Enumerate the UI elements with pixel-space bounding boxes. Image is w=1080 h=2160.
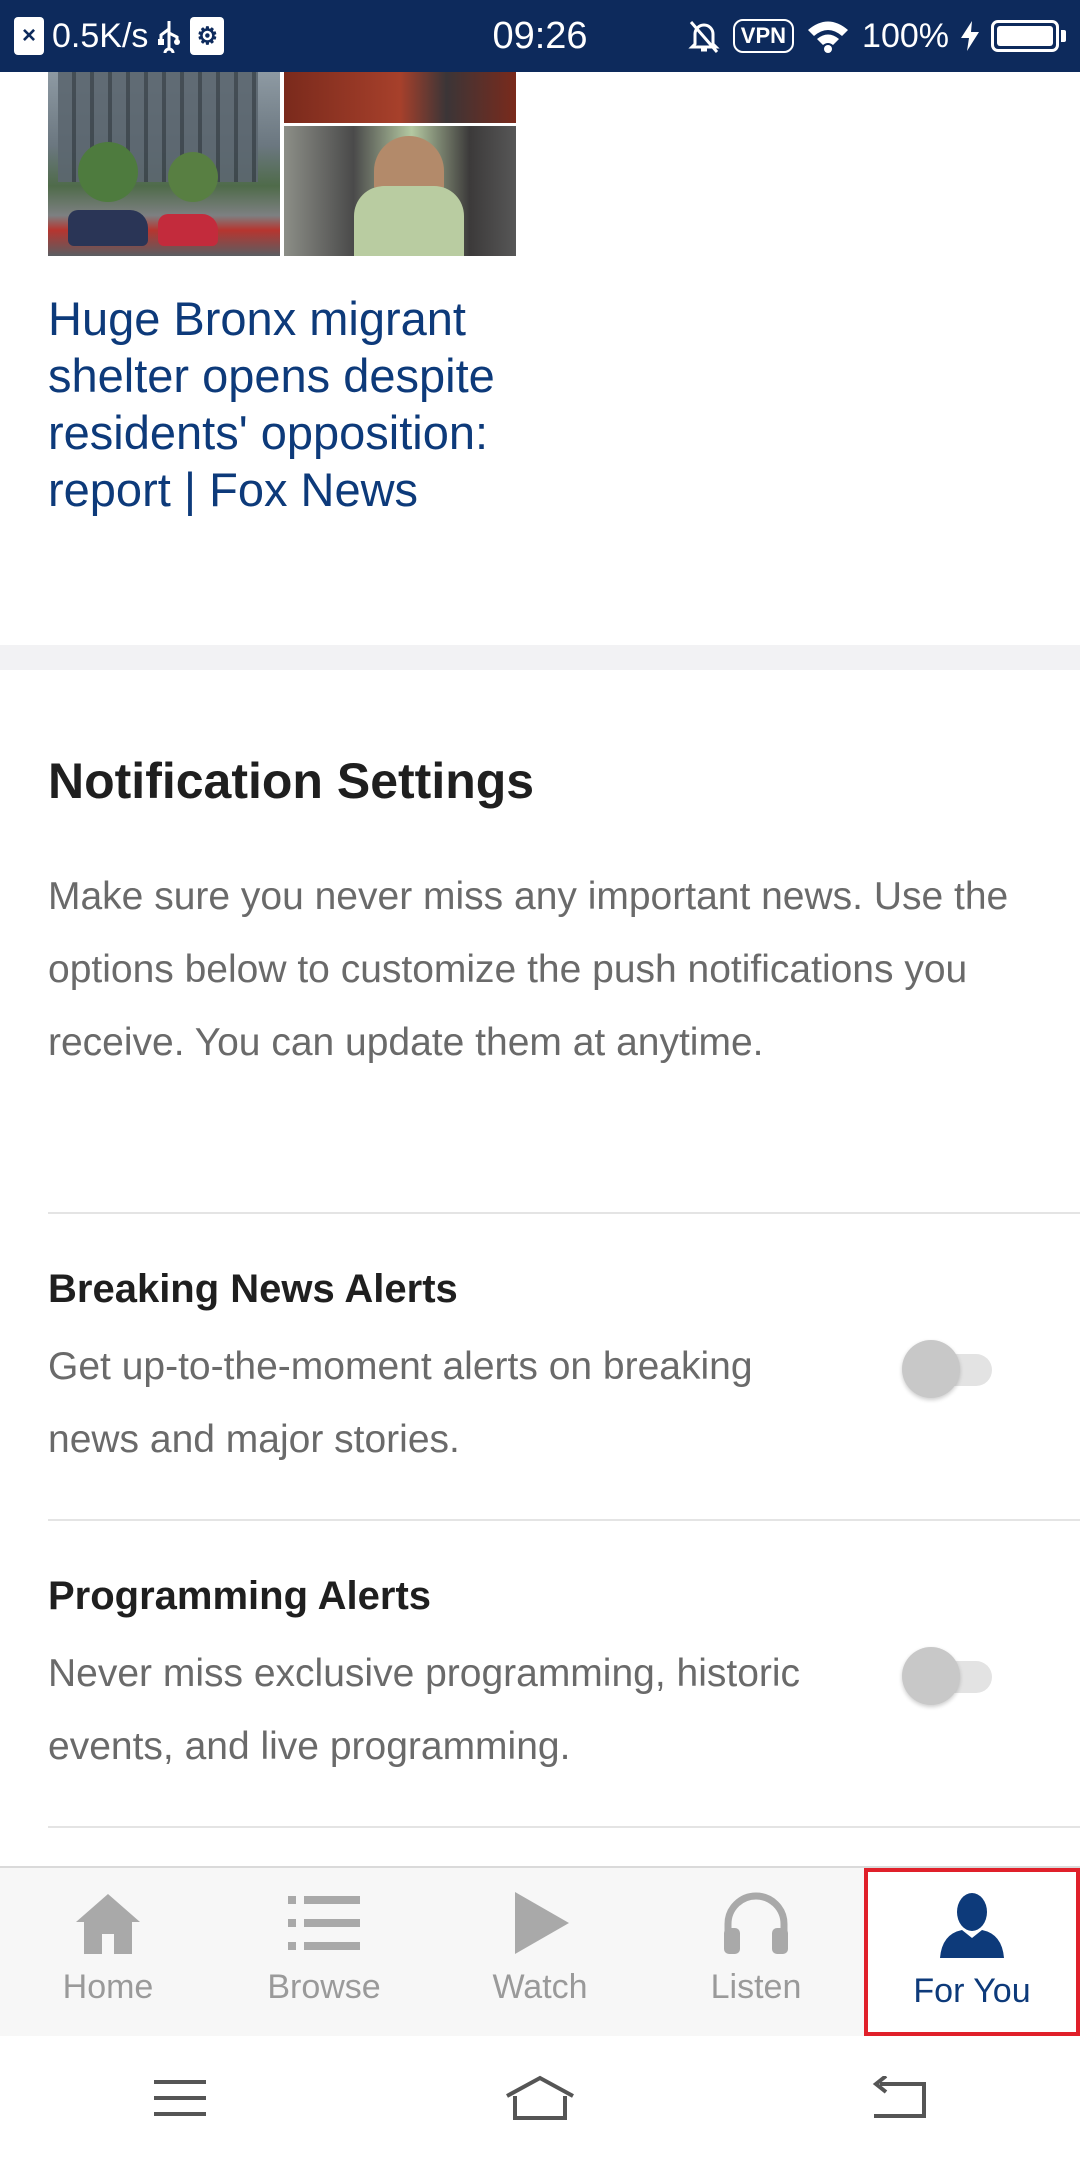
charging-icon [961, 21, 979, 51]
battery-percent: 100% [862, 16, 949, 55]
system-nav-bar [0, 2036, 1080, 2160]
back-icon [872, 2076, 926, 2118]
home-button[interactable] [480, 2058, 600, 2138]
setting-title: Programming Alerts [48, 1574, 432, 1618]
article-headline[interactable]: Huge Bronx migrant shelter opens despite… [48, 290, 538, 518]
article-thumbnail[interactable] [48, 72, 516, 256]
notification-settings-title: Notification Settings [48, 753, 535, 809]
home-icon [76, 1894, 140, 1954]
network-speed: 0.5K/s [52, 16, 149, 55]
close-notification-icon: × [14, 17, 44, 55]
tab-label: Browse [267, 1968, 381, 2006]
section-divider [0, 645, 1080, 670]
play-icon [515, 1892, 569, 1954]
vpn-icon: VPN [732, 19, 795, 53]
breaking-news-toggle[interactable] [902, 1338, 998, 1398]
setting-title: Breaking News Alerts [48, 1267, 458, 1311]
menu-button[interactable] [120, 2058, 240, 2138]
mute-bell-icon [688, 21, 720, 53]
headphones-icon [724, 1892, 788, 1954]
status-bar: × 0.5K/s ⚙ 09:26 VPN 100% [0, 0, 1080, 72]
tab-for-you[interactable]: For You [864, 1868, 1080, 2036]
tab-label: Home [62, 1968, 154, 2006]
battery-icon [991, 20, 1066, 52]
home-outline-icon [506, 2075, 574, 2120]
list-icon [288, 1896, 360, 1950]
tab-label: Listen [710, 1968, 802, 2006]
menu-icon [154, 2080, 206, 2116]
programming-alerts-toggle[interactable] [902, 1645, 998, 1705]
wifi-icon [808, 21, 849, 53]
article-card[interactable]: Huge Bronx migrant shelter opens despite… [0, 72, 1080, 645]
usb-icon [158, 21, 181, 53]
bottom-tab-bar: Home Browse Watch Listen For You [0, 1866, 1080, 2036]
thumbnail-building-image [48, 72, 280, 256]
back-button[interactable] [840, 2058, 960, 2138]
thumbnail-people-image [284, 72, 516, 256]
tab-watch[interactable]: Watch [432, 1868, 648, 2036]
setting-description: Get up-to-the-moment alerts on breaking … [48, 1345, 753, 1461]
tab-home[interactable]: Home [0, 1868, 216, 2036]
selection-highlight [864, 1868, 1080, 2036]
divider [48, 1212, 1080, 1214]
notification-settings-description: Make sure you never miss any important n… [48, 875, 1009, 1064]
divider [48, 1826, 1080, 1828]
tab-browse[interactable]: Browse [216, 1868, 432, 2036]
divider [48, 1519, 1080, 1521]
usb-debug-icon: ⚙ [190, 17, 225, 55]
setting-description: Never miss exclusive programming, histor… [48, 1652, 801, 1768]
tab-listen[interactable]: Listen [648, 1868, 864, 2036]
tab-label: Watch [492, 1968, 588, 2006]
